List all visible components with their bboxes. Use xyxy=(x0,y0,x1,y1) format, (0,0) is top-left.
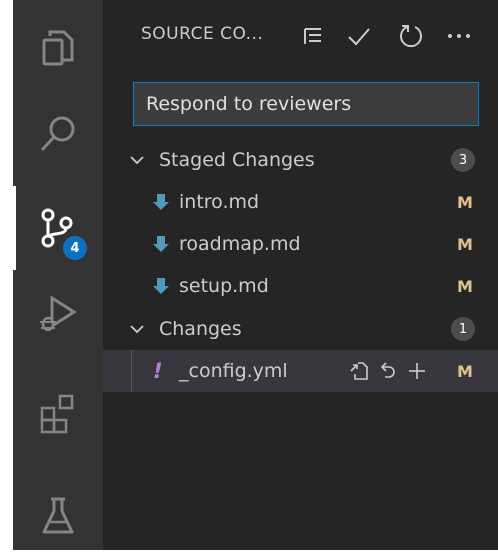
file-name: setup.md xyxy=(179,275,269,297)
panel-header: SOURCE CO... xyxy=(103,0,498,72)
chevron-down-icon xyxy=(130,325,144,334)
ellipsis-icon xyxy=(448,34,470,38)
testing-activity[interactable] xyxy=(13,474,103,558)
open-file-button[interactable] xyxy=(347,359,371,383)
list-tree-icon xyxy=(304,28,321,44)
modified-status: M xyxy=(457,276,473,296)
modified-status: M xyxy=(457,361,473,381)
changes-count-badge: 1 xyxy=(451,317,475,341)
modified-status: M xyxy=(457,234,473,254)
activity-bar: 4 xyxy=(13,0,103,550)
extensions-activity[interactable] xyxy=(13,372,103,456)
staged-file-row[interactable]: roadmap.md M xyxy=(103,223,498,265)
chevron-down-icon xyxy=(130,156,144,165)
file-name: roadmap.md xyxy=(179,233,301,255)
vscode-window: 4 SOURCE CO... Respond to reviewers Stag… xyxy=(13,0,498,550)
source-control-badge: 4 xyxy=(63,236,87,260)
panel-title: SOURCE CO... xyxy=(141,24,264,44)
changes-label: Changes xyxy=(159,318,242,340)
changed-file-row[interactable]: ! _config.yml M xyxy=(103,350,498,392)
warning-marker: ! xyxy=(153,359,163,383)
explorer-activity[interactable] xyxy=(13,6,103,90)
run-debug-icon xyxy=(40,295,77,332)
plus-icon xyxy=(409,363,425,379)
staged-count-badge: 3 xyxy=(451,148,475,172)
search-icon xyxy=(40,116,75,152)
discard-icon xyxy=(380,362,395,378)
run-debug-activity[interactable] xyxy=(13,272,103,356)
source-control-activity[interactable]: 4 xyxy=(13,186,103,270)
check-icon xyxy=(348,28,370,46)
commit-message-input[interactable] xyxy=(134,83,478,125)
changes-group[interactable]: Changes 1 xyxy=(103,308,498,350)
search-activity[interactable] xyxy=(13,92,103,176)
source-control-panel: SOURCE CO... Respond to reviewers Staged… xyxy=(103,0,498,550)
staged-file-row[interactable]: intro.md M xyxy=(103,181,498,223)
file-name: _config.yml xyxy=(179,360,288,382)
view-as-tree-button[interactable] xyxy=(299,22,327,50)
modified-status: M xyxy=(457,192,473,212)
refresh-button[interactable] xyxy=(397,22,425,50)
commit-message-box xyxy=(133,82,479,126)
file-name: intro.md xyxy=(179,191,260,213)
staged-changes-group[interactable]: Staged Changes 3 xyxy=(103,139,498,181)
go-to-file-icon xyxy=(350,362,368,380)
stage-changes-button[interactable] xyxy=(405,359,429,383)
extensions-icon xyxy=(40,394,74,434)
markdown-arrow-icon xyxy=(153,194,169,210)
staged-changes-label: Staged Changes xyxy=(159,149,315,171)
more-actions-button[interactable] xyxy=(445,22,473,50)
files-icon xyxy=(42,30,74,66)
commit-button[interactable] xyxy=(345,22,373,50)
staged-file-row[interactable]: setup.md M xyxy=(103,265,498,307)
markdown-arrow-icon xyxy=(153,278,169,294)
flask-icon xyxy=(42,497,74,534)
discard-changes-button[interactable] xyxy=(375,359,399,383)
markdown-arrow-icon xyxy=(153,236,169,252)
refresh-icon xyxy=(400,25,422,48)
